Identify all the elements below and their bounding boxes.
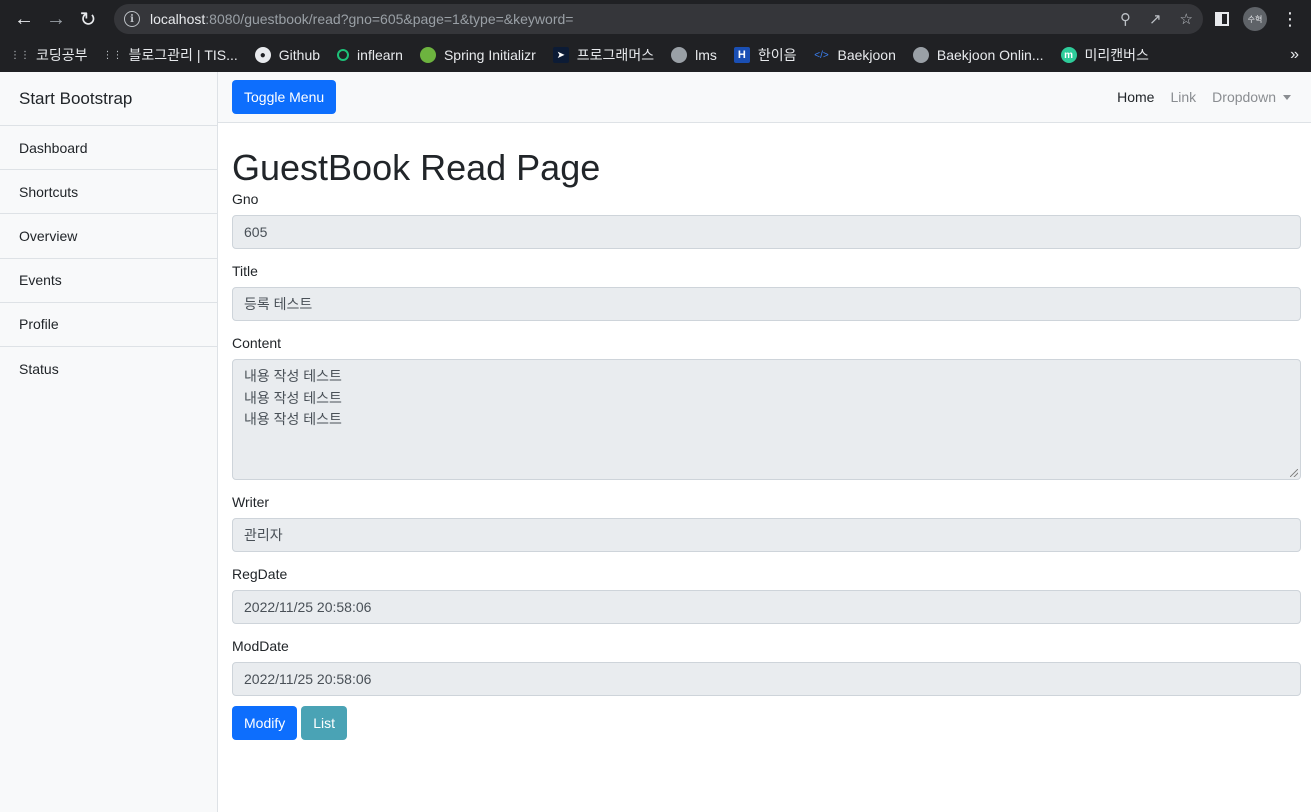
gno-field[interactable]: 605 [232, 215, 1301, 249]
bookmark-item[interactable]: ⋮⋮ 코딩공부 [10, 45, 88, 65]
read-form: GuestBook Read Page Gno 605 Title 등록 테스트… [218, 147, 1311, 740]
top-navbar: Toggle Menu Home Link Dropdown [218, 72, 1311, 123]
nav-dropdown-label: Dropdown [1212, 89, 1276, 105]
sidebar-heading: Start Bootstrap [19, 88, 133, 108]
bookmark-label: Github [278, 47, 321, 63]
forward-icon[interactable]: → [40, 3, 72, 35]
moddate-field[interactable]: 2022/11/25 20:58:06 [232, 662, 1301, 696]
sidebar-item-events[interactable]: Events [0, 257, 217, 302]
page: Start Bootstrap Dashboard Shortcuts Over… [0, 72, 1311, 812]
profile-avatar[interactable]: 수혁 [1243, 7, 1267, 31]
sidebar-item-status[interactable]: Status [0, 345, 217, 391]
content-text: 내용 작성 테스트 내용 작성 테스트 내용 작성 테스트 [244, 368, 342, 427]
bookmark-item[interactable]: inflearn [337, 47, 403, 63]
sidebar: Start Bootstrap Dashboard Shortcuts Over… [0, 72, 218, 812]
bookmark-item[interactable]: ➤ 프로그래머스 [552, 45, 655, 65]
spring-icon [419, 47, 436, 63]
moddate-label: ModDate [232, 638, 289, 654]
bookmark-label: 프로그래머스 [576, 47, 655, 63]
globe-icon [912, 47, 929, 63]
menu-kebab-icon[interactable]: ⋮ [1281, 10, 1299, 28]
sidebar-item-profile[interactable]: Profile [0, 301, 217, 346]
browser-toolbar: ← → ↻ i localhost:8080/guestbook/read?gn… [0, 0, 1311, 38]
regdate-field[interactable]: 2022/11/25 20:58:06 [232, 590, 1301, 624]
bookmark-label: Spring Initializr [443, 47, 536, 63]
bookmarks-bar: ⋮⋮ 코딩공부 ⋮⋮ 블로그관리 | TIS... ● Github inflearn… [0, 38, 1311, 72]
writer-field[interactable]: 관리자 [232, 518, 1301, 552]
page-title: GuestBook Read Page [232, 147, 601, 188]
bookmark-label: inflearn [357, 47, 403, 63]
bookmark-label: 블로그관리 | TIS... [128, 47, 238, 63]
regdate-label: RegDate [232, 566, 288, 582]
github-icon: ● [254, 47, 271, 63]
modify-button[interactable]: Modify [232, 706, 298, 740]
globe-icon [671, 47, 688, 63]
bookmark-item[interactable]: m 미리캔버스 [1060, 45, 1149, 65]
bookmark-star-icon[interactable]: ☆ [1180, 10, 1193, 28]
content-label: Content [232, 335, 282, 351]
form-actions: Modify List [232, 706, 1301, 740]
bookmark-item[interactable]: </> Baekjoon [814, 47, 896, 63]
bookmark-item[interactable]: lms [671, 47, 717, 63]
title-label: Title [232, 263, 258, 279]
sidebar-item-shortcuts[interactable]: Shortcuts [0, 169, 217, 214]
inflearn-icon [337, 49, 350, 61]
resize-grip-icon[interactable] [1290, 469, 1298, 477]
title-field[interactable]: 등록 테스트 [232, 287, 1301, 321]
m-icon: m [1060, 47, 1077, 63]
bookmark-item[interactable]: H 한이음 [733, 45, 797, 65]
nav-dropdown[interactable]: Dropdown [1212, 89, 1291, 105]
nav-link[interactable]: Link [1170, 89, 1196, 105]
site-info-icon[interactable]: i [124, 11, 140, 27]
bookmark-label: 코딩공부 [36, 47, 88, 63]
bookmark-item[interactable]: Spring Initializr [419, 47, 536, 63]
address-bar[interactable]: i localhost:8080/guestbook/read?gno=605&… [114, 4, 1203, 34]
writer-label: Writer [232, 494, 270, 510]
caret-down-icon [1283, 95, 1291, 100]
bookmark-label: 미리캔버스 [1084, 47, 1149, 63]
bookmark-item[interactable]: Baekjoon Onlin... [912, 47, 1044, 63]
side-panel-icon[interactable] [1215, 12, 1229, 26]
bookmark-label: Baekjoon Onlin... [936, 47, 1044, 63]
list-button[interactable]: List [301, 706, 348, 740]
sidebar-item-overview[interactable]: Overview [0, 213, 217, 258]
toggle-menu-button[interactable]: Toggle Menu [232, 80, 337, 114]
main-content: Toggle Menu Home Link Dropdown GuestBook… [218, 72, 1311, 812]
navbar-links: Home Link Dropdown [1117, 89, 1297, 105]
reload-icon[interactable]: ↻ [72, 3, 104, 35]
content-textarea[interactable]: 내용 작성 테스트 내용 작성 테스트 내용 작성 테스트 [232, 359, 1301, 480]
share-icon[interactable]: ↗ [1149, 10, 1162, 28]
bookmark-label: 한이음 [757, 47, 797, 63]
back-icon[interactable]: ← [8, 3, 40, 35]
sidebar-item-dashboard[interactable]: Dashboard [0, 125, 217, 170]
bookmarks-more-icon[interactable]: » [1290, 46, 1299, 64]
url-path: :8080/guestbook/read?gno=605&page=1&type… [205, 11, 574, 27]
zoom-icon[interactable]: ⚲ [1120, 10, 1131, 28]
tree-icon: ⋮⋮ [102, 49, 123, 61]
nav-home-link[interactable]: Home [1117, 89, 1154, 105]
url-host: localhost [150, 11, 206, 27]
programmers-icon: ➤ [552, 47, 569, 63]
gno-label: Gno [232, 191, 259, 207]
tree-icon: ⋮⋮ [10, 49, 30, 61]
bookmark-label: lms [695, 47, 717, 63]
code-icon: </> [814, 49, 829, 61]
bookmark-label: Baekjoon [837, 47, 896, 63]
bookmark-item[interactable]: ⋮⋮ 블로그관리 | TIS... [102, 45, 238, 65]
h-icon: H [733, 47, 750, 63]
bookmark-item[interactable]: ● Github [254, 47, 321, 63]
browser-chrome: ← → ↻ i localhost:8080/guestbook/read?gn… [0, 0, 1311, 72]
